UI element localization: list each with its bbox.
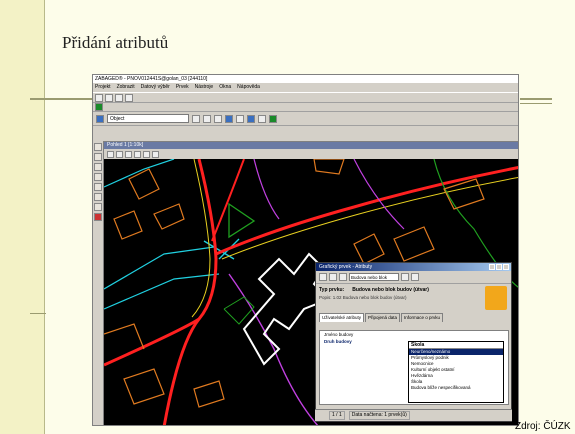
building-type-dropdown[interactable]: Škola Neurčeno/neznámo Průmyslový podnik… xyxy=(408,341,504,403)
edit-icon[interactable] xyxy=(401,273,409,281)
tab-user-attributes[interactable]: Uživatelské atributy xyxy=(319,313,365,322)
zoom-in-icon[interactable] xyxy=(107,150,114,158)
save-icon[interactable] xyxy=(319,273,327,281)
menu-bar: Projekt Zobrazit Datový výběr Prvek Nást… xyxy=(93,83,518,92)
edit-icon[interactable] xyxy=(94,163,102,171)
left-toolbar xyxy=(93,141,103,261)
delete-icon[interactable] xyxy=(94,213,102,221)
building-icon xyxy=(485,286,507,310)
color-icon[interactable] xyxy=(192,114,200,123)
layers-icon[interactable] xyxy=(115,93,123,102)
select-icon[interactable] xyxy=(247,114,255,123)
fill-icon[interactable] xyxy=(225,114,233,123)
dialog-title: Grafický prvek - Atributy xyxy=(319,264,373,270)
page-counter: 1 / 1 xyxy=(329,411,345,420)
object-combo[interactable]: Object xyxy=(107,114,189,123)
map-toolbar xyxy=(104,149,518,159)
refresh-icon[interactable] xyxy=(143,150,150,158)
bottom-rule xyxy=(30,313,46,314)
move-icon[interactable] xyxy=(94,173,102,181)
status-bar: 1 / 1 Data načtena: 1 prvek(ů) xyxy=(315,409,512,421)
vertical-rule xyxy=(44,0,45,434)
status-text: Data načtena: 1 prvek(ů) xyxy=(348,411,410,420)
print-icon[interactable] xyxy=(152,150,159,158)
right-rule xyxy=(520,98,552,100)
undo-icon[interactable] xyxy=(329,273,337,281)
dialog-title-bar: Grafický prvek - Atributy xyxy=(316,263,511,271)
tab-attached-data[interactable]: Připojená data xyxy=(365,313,401,322)
line-weight-icon[interactable] xyxy=(214,114,222,123)
snap-icon[interactable] xyxy=(236,114,244,123)
menu-napoveda[interactable]: Nápověda xyxy=(237,83,260,92)
close-icon[interactable] xyxy=(503,264,509,270)
attribute-row[interactable]: Jméno budovy xyxy=(320,331,508,338)
copy-icon[interactable] xyxy=(94,203,102,211)
source-credit: Zdroj: ČÚZK xyxy=(515,421,571,432)
type-label: Typ prvku: xyxy=(319,287,345,293)
menu-zobrazit[interactable]: Zobrazit xyxy=(117,83,135,92)
zoom-out-icon[interactable] xyxy=(116,150,123,158)
right-rule-thin xyxy=(520,103,552,104)
eye-icon[interactable] xyxy=(96,114,104,123)
open-icon[interactable] xyxy=(95,93,103,102)
check-icon[interactable] xyxy=(269,114,277,123)
dropdown-value[interactable]: Škola xyxy=(409,342,503,349)
menu-projekt[interactable]: Projekt xyxy=(95,83,111,92)
attributes-dialog: Grafický prvek - Atributy Budova nebo bl… xyxy=(315,262,512,422)
attribute-icon[interactable] xyxy=(94,183,102,191)
menu-prvek[interactable]: Prvek xyxy=(176,83,189,92)
save-icon[interactable] xyxy=(105,93,113,102)
select-area-icon[interactable] xyxy=(94,153,102,161)
minimize-icon[interactable] xyxy=(489,264,495,270)
feature-info: Typ prvku: Budova nebo blok budov (útvar… xyxy=(316,283,511,311)
line-style-icon[interactable] xyxy=(203,114,211,123)
feature-type-combo[interactable]: Budova nebo blok xyxy=(349,273,399,281)
toolbar-3: Object xyxy=(93,112,518,126)
left-rule xyxy=(30,98,92,100)
settings-icon[interactable] xyxy=(339,273,347,281)
map-window-title: Pohled 1 [1:10k] xyxy=(104,142,518,149)
slide-title: Přidání atributů xyxy=(62,33,169,52)
menu-nastroje[interactable]: Nástroje xyxy=(195,83,214,92)
maximize-icon[interactable] xyxy=(496,264,502,270)
print-icon[interactable] xyxy=(411,273,419,281)
fit-icon[interactable] xyxy=(134,150,141,158)
description: Popis: 1.02 Budova nebo blok budov (útva… xyxy=(319,295,407,300)
dropdown-item[interactable]: Budova blíže nespecifikovaná xyxy=(409,385,503,391)
slide: Přidání atributů ZABAGED® - PNOV012441S@… xyxy=(0,0,575,434)
dialog-tabs: Uživatelské atributy Připojená data Info… xyxy=(316,313,511,322)
app-title: ZABAGED® - PNOV012441S@golan_03 [244110] xyxy=(93,75,518,83)
pointer-icon[interactable] xyxy=(94,143,102,151)
dialog-window-buttons xyxy=(489,264,509,270)
grid-icon[interactable] xyxy=(125,93,133,102)
tab-feature-info[interactable]: Informace o prvku xyxy=(401,313,444,322)
pan-icon[interactable] xyxy=(125,150,132,158)
type-value: Budova nebo blok budov (útvar) xyxy=(352,287,429,293)
measure-icon[interactable] xyxy=(258,114,266,123)
toolbar-2 xyxy=(93,103,518,112)
menu-okna[interactable]: Okna xyxy=(219,83,231,92)
run-icon[interactable] xyxy=(95,103,103,111)
toolbar-1 xyxy=(93,92,518,103)
menu-datovy-vyber[interactable]: Datový výběr xyxy=(141,83,170,92)
node-icon[interactable] xyxy=(94,193,102,201)
dialog-toolbar: Budova nebo blok xyxy=(316,271,511,283)
attribute-list: Jméno budovy Druh budovy Škola Neurčeno/… xyxy=(319,330,509,405)
left-band xyxy=(0,0,44,434)
